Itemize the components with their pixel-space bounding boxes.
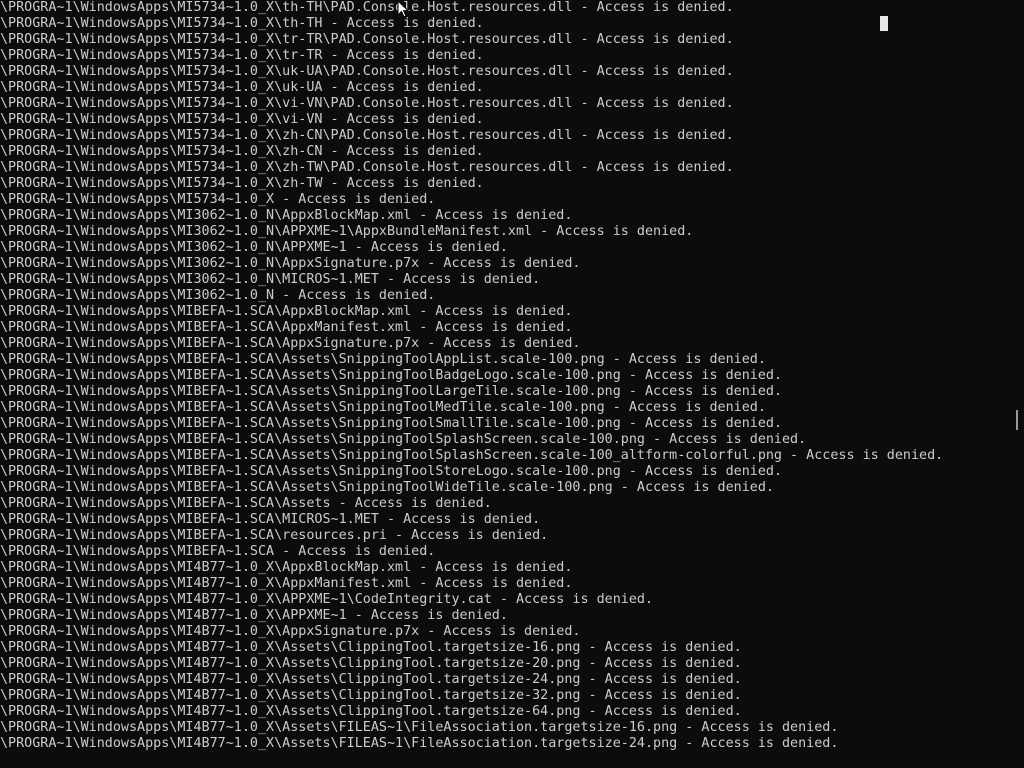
console-line: \PROGRA~1\WindowsApps\MI5734~1.0_X\th-TH… [0, 16, 484, 31]
console-line: \PROGRA~1\WindowsApps\MI4B77~1.0_X\AppxM… [0, 576, 573, 591]
console-line: \PROGRA~1\WindowsApps\MIBEFA~1.SCA\AppxS… [0, 336, 581, 351]
console-line: \PROGRA~1\WindowsApps\MIBEFA~1.SCA\Asset… [0, 368, 782, 383]
console-line: \PROGRA~1\WindowsApps\MI5734~1.0_X\zh-TW… [0, 176, 484, 191]
console-line: \PROGRA~1\WindowsApps\MI4B77~1.0_X\Asset… [0, 736, 839, 751]
console-line: \PROGRA~1\WindowsApps\MI4B77~1.0_X\APPXM… [0, 592, 654, 607]
scrollbar-thumb[interactable] [1016, 410, 1018, 430]
console-line: \PROGRA~1\WindowsApps\MI4B77~1.0_X\Asset… [0, 704, 742, 719]
console-line: \PROGRA~1\WindowsApps\MIBEFA~1.SCA - Acc… [0, 544, 436, 559]
console-line: \PROGRA~1\WindowsApps\MI5734~1.0_X\uk-UA… [0, 64, 734, 79]
text-cursor [880, 16, 888, 31]
console-line: \PROGRA~1\WindowsApps\MI5734~1.0_X\tr-TR… [0, 48, 484, 63]
console-line: \PROGRA~1\WindowsApps\MI5734~1.0_X\zh-TW… [0, 160, 734, 175]
console-line: \PROGRA~1\WindowsApps\MIBEFA~1.SCA\Asset… [0, 448, 944, 463]
console-line: \PROGRA~1\WindowsApps\MI5734~1.0_X\vi-VN… [0, 96, 734, 111]
console-line: \PROGRA~1\WindowsApps\MI3062~1.0_N\APPXM… [0, 240, 508, 255]
console-line: \PROGRA~1\WindowsApps\MIBEFA~1.SCA\Asset… [0, 384, 782, 399]
console-line: \PROGRA~1\WindowsApps\MI4B77~1.0_X\AppxB… [0, 560, 573, 575]
console-line: \PROGRA~1\WindowsApps\MI3062~1.0_N - Acc… [0, 288, 436, 303]
mouse-pointer-icon [397, 0, 409, 18]
console-line: \PROGRA~1\WindowsApps\MIBEFA~1.SCA\Asset… [0, 432, 807, 447]
console-line: \PROGRA~1\WindowsApps\MI5734~1.0_X\vi-VN… [0, 112, 484, 127]
console-line: \PROGRA~1\WindowsApps\MIBEFA~1.SCA\MICRO… [0, 512, 541, 527]
console-line: \PROGRA~1\WindowsApps\MIBEFA~1.SCA\AppxB… [0, 304, 573, 319]
console-line: \PROGRA~1\WindowsApps\MI5734~1.0_X - Acc… [0, 192, 436, 207]
console-line: \PROGRA~1\WindowsApps\MI4B77~1.0_X\Asset… [0, 640, 742, 655]
console-window[interactable]: \PROGRA~1\WindowsApps\MI5734~1.0_X\th-TH… [0, 0, 1024, 768]
console-line: \PROGRA~1\WindowsApps\MI4B77~1.0_X\Asset… [0, 672, 742, 687]
console-line: \PROGRA~1\WindowsApps\MI3062~1.0_N\MICRO… [0, 272, 541, 287]
console-output: \PROGRA~1\WindowsApps\MI5734~1.0_X\th-TH… [0, 0, 1004, 752]
console-line: \PROGRA~1\WindowsApps\MIBEFA~1.SCA\Asset… [0, 352, 766, 367]
console-line: \PROGRA~1\WindowsApps\MIBEFA~1.SCA\Asset… [0, 496, 492, 511]
console-line: \PROGRA~1\WindowsApps\MI5734~1.0_X\uk-UA… [0, 80, 484, 95]
console-line: \PROGRA~1\WindowsApps\MI3062~1.0_N\APPXM… [0, 224, 694, 239]
console-line: \PROGRA~1\WindowsApps\MI5734~1.0_X\th-TH… [0, 0, 734, 15]
console-line: \PROGRA~1\WindowsApps\MIBEFA~1.SCA\AppxM… [0, 320, 573, 335]
console-line: \PROGRA~1\WindowsApps\MIBEFA~1.SCA\resou… [0, 528, 549, 543]
console-line: \PROGRA~1\WindowsApps\MIBEFA~1.SCA\Asset… [0, 464, 782, 479]
console-line: \PROGRA~1\WindowsApps\MIBEFA~1.SCA\Asset… [0, 416, 782, 431]
console-line: \PROGRA~1\WindowsApps\MI4B77~1.0_X\Asset… [0, 688, 742, 703]
console-line: \PROGRA~1\WindowsApps\MIBEFA~1.SCA\Asset… [0, 400, 766, 415]
console-line: \PROGRA~1\WindowsApps\MI5734~1.0_X\zh-CN… [0, 144, 484, 159]
console-line: \PROGRA~1\WindowsApps\MI4B77~1.0_X\Asset… [0, 656, 742, 671]
console-line: \PROGRA~1\WindowsApps\MI4B77~1.0_X\APPXM… [0, 608, 508, 623]
console-line: \PROGRA~1\WindowsApps\MI3062~1.0_N\AppxB… [0, 208, 573, 223]
console-line: \PROGRA~1\WindowsApps\MI4B77~1.0_X\AppxS… [0, 624, 581, 639]
console-line: \PROGRA~1\WindowsApps\MI5734~1.0_X\tr-TR… [0, 32, 734, 47]
console-line: \PROGRA~1\WindowsApps\MIBEFA~1.SCA\Asset… [0, 480, 774, 495]
console-line: \PROGRA~1\WindowsApps\MI5734~1.0_X\zh-CN… [0, 128, 734, 143]
console-line: \PROGRA~1\WindowsApps\MI4B77~1.0_X\Asset… [0, 720, 839, 735]
console-line: \PROGRA~1\WindowsApps\MI3062~1.0_N\AppxS… [0, 256, 581, 271]
